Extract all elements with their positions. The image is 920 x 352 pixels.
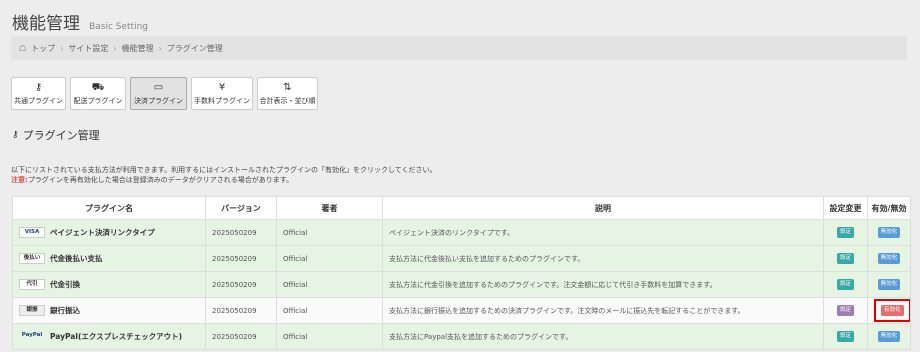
breadcrumb-item-plugin-management: プラグイン管理 bbox=[166, 43, 223, 53]
plugin-description: 支払方法に代金後払い支払を追加するためのプラグインです。 bbox=[382, 245, 824, 272]
fee-plugin-label: 手数料プラグイン bbox=[194, 96, 250, 105]
plugin-version: 2025050209 bbox=[205, 219, 277, 246]
plugin-management-page: 機能管理 Basic Setting ☖ トップ › サイト設定 › 機能管理 … bbox=[0, 0, 920, 352]
settings-button[interactable]: 設定 bbox=[836, 305, 854, 316]
warning-line: 注意:プラグインを再有効化した場合は登録済みのデータがクリアされる場合があります… bbox=[11, 175, 437, 185]
header-description: 説明 bbox=[382, 196, 824, 220]
plugin-description: 支払方法にPaypal支払を追加するためのプラグインです。 bbox=[382, 323, 824, 350]
description: 以下にリストされている支払方法が利用できます。利用するにはインストールされたプラ… bbox=[11, 165, 437, 185]
plugin-version: 2025050209 bbox=[205, 323, 277, 350]
plugin-description: 支払方法に代金引換を追加するためのプラグインです。注文金額に応じて代引き手数料を… bbox=[382, 271, 824, 298]
bank-transfer-logo-icon: 銀振 bbox=[19, 305, 45, 316]
breadcrumb-item-site-settings[interactable]: サイト設定 bbox=[68, 43, 108, 54]
plugin-version: 2025050209 bbox=[205, 245, 277, 272]
common-plugin-button[interactable]: ⚷ 共通プラグイン bbox=[11, 77, 66, 110]
header-settings: 設定変更 bbox=[823, 196, 868, 220]
shipping-plugin-button[interactable]: ⛟ 配送プラグイン bbox=[70, 77, 126, 110]
table-row: 銀振 銀行振込 2025050209 Official 支払方法に銀行振込を追加す… bbox=[12, 297, 911, 324]
plugin-author: Official bbox=[276, 271, 383, 298]
home-icon: ☖ bbox=[19, 43, 27, 53]
chevron-right-icon: › bbox=[158, 43, 162, 53]
disable-button[interactable]: 無効化 bbox=[877, 279, 901, 290]
plugin-name: PayPal(エクスプレスチェックアウト) bbox=[50, 332, 183, 341]
credit-card-icon: ▭ bbox=[153, 81, 164, 93]
table-row: PayPal PayPal(エクスプレスチェックアウト) 2025050209 O… bbox=[12, 323, 911, 350]
settings-button[interactable]: 設定 bbox=[836, 227, 854, 238]
table-header-row: プラグイン名 バージョン 著者 説明 設定変更 有効/無効 bbox=[12, 196, 911, 220]
table-row: VISA ペイジェント決済リンクタイプ 2025050209 Official ペ… bbox=[12, 219, 911, 246]
description-line: 以下にリストされている支払方法が利用できます。利用するにはインストールされたプラ… bbox=[11, 166, 437, 174]
chevron-right-icon: › bbox=[113, 43, 117, 53]
plugin-author: Official bbox=[276, 219, 383, 246]
plugin-version: 2025050209 bbox=[205, 297, 277, 324]
plugin-table: プラグイン名 バージョン 著者 説明 設定変更 有効/無効 VISA ペイジェント… bbox=[12, 196, 911, 350]
breadcrumb-item-top[interactable]: トップ bbox=[31, 43, 55, 54]
plugin-name: ペイジェント決済リンクタイプ bbox=[50, 228, 155, 237]
section-title-text: プラグイン管理 bbox=[22, 129, 100, 142]
plugin-version: 2025050209 bbox=[205, 271, 277, 298]
shipping-plugin-label: 配送プラグイン bbox=[73, 96, 123, 105]
plugin-author: Official bbox=[276, 245, 383, 272]
sort-icon: ⇅ bbox=[283, 81, 292, 93]
highlight-box: 有効化 bbox=[874, 299, 910, 322]
key-icon: ⚷ bbox=[34, 81, 43, 93]
cod-logo-icon: 代引 bbox=[19, 279, 45, 290]
plugin-description: 支払方法に銀行振込を追加するための決済プラグインです。注文時のメールに振込先を転… bbox=[382, 297, 824, 324]
deferred-payment-logo-icon: 後払い bbox=[19, 253, 45, 264]
breadcrumb-item-function-management[interactable]: 機能管理 bbox=[122, 43, 154, 54]
disable-button[interactable]: 無効化 bbox=[877, 253, 901, 264]
plugin-name: 代金引換 bbox=[50, 280, 80, 289]
plugin-description: ペイジェント決済のリンクタイプです。 bbox=[382, 219, 824, 246]
disable-button[interactable]: 無効化 bbox=[877, 331, 901, 342]
payment-plugin-button[interactable]: ▭ 決済プラグイン bbox=[130, 77, 187, 110]
total-sort-button[interactable]: ⇅ 合計表示・並び順 bbox=[257, 77, 318, 110]
warning-label: 注意: bbox=[11, 176, 28, 184]
common-plugin-label: 共通プラグイン bbox=[14, 96, 63, 105]
plugin-author: Official bbox=[276, 323, 383, 350]
enable-button[interactable]: 有効化 bbox=[881, 305, 904, 316]
breadcrumb: ☖ トップ › サイト設定 › 機能管理 › プラグイン管理 bbox=[11, 36, 907, 60]
page-title-main: 機能管理 bbox=[12, 14, 80, 34]
page-title: 機能管理 Basic Setting bbox=[12, 9, 148, 34]
plugin-category-toolbar: ⚷ 共通プラグイン ⛟ 配送プラグイン ▭ 決済プラグイン ¥ 手数料プラグイン… bbox=[11, 77, 318, 110]
table-row: 後払い 代金後払い支払 2025050209 Official 支払方法に代金後払… bbox=[12, 245, 911, 272]
paypal-logo-icon: PayPal bbox=[21, 332, 43, 338]
payment-plugin-label: 決済プラグイン bbox=[134, 96, 183, 105]
settings-button[interactable]: 設定 bbox=[836, 253, 854, 264]
yen-icon: ¥ bbox=[218, 81, 226, 93]
plugin-author: Official bbox=[276, 297, 383, 324]
chevron-right-icon: › bbox=[60, 43, 64, 53]
plugin-name: 代金後払い支払 bbox=[50, 254, 103, 263]
settings-button[interactable]: 設定 bbox=[836, 279, 854, 290]
table-row: 代引 代金引換 2025050209 Official 支払方法に代金引換を追加す… bbox=[12, 271, 911, 298]
header-version: バージョン bbox=[205, 196, 277, 220]
fee-plugin-button[interactable]: ¥ 手数料プラグイン bbox=[191, 77, 253, 110]
visa-logo-icon: VISA bbox=[19, 227, 45, 238]
disable-button[interactable]: 無効化 bbox=[877, 227, 901, 238]
total-sort-label: 合計表示・並び順 bbox=[259, 96, 316, 105]
truck-icon: ⛟ bbox=[91, 81, 105, 93]
key-icon: ⚷ bbox=[12, 130, 19, 140]
header-enable-disable: 有効/無効 bbox=[867, 196, 911, 220]
header-author: 著者 bbox=[276, 196, 383, 220]
header-plugin-name: プラグイン名 bbox=[12, 196, 206, 220]
plugin-name: 銀行振込 bbox=[50, 306, 80, 315]
page-title-sub: Basic Setting bbox=[89, 22, 149, 32]
settings-button[interactable]: 設定 bbox=[836, 331, 854, 342]
section-title: ⚷ プラグイン管理 bbox=[12, 127, 100, 143]
warning-text: プラグインを再有効化した場合は登録済みのデータがクリアされる場合があります。 bbox=[27, 176, 294, 184]
